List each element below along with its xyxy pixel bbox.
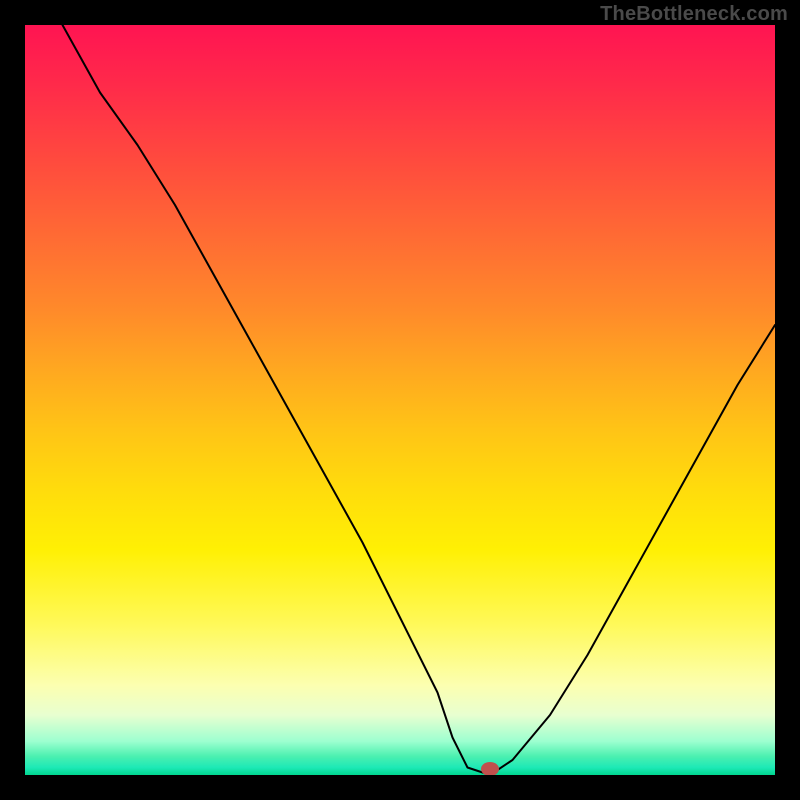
bottleneck-curve	[63, 25, 776, 775]
curve-layer	[25, 25, 775, 775]
watermark-text: TheBottleneck.com	[600, 3, 788, 26]
chart-frame: TheBottleneck.com	[0, 0, 800, 800]
optimal-point-marker	[481, 762, 499, 775]
